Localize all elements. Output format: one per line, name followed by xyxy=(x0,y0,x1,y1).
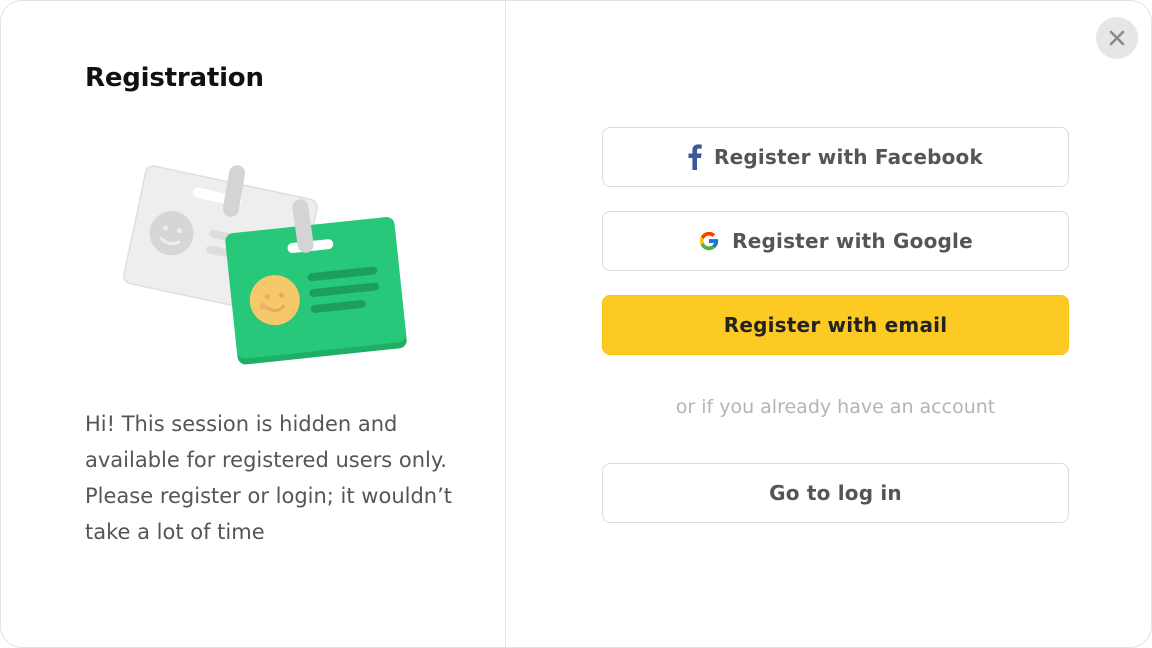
register-facebook-button[interactable]: Register with Facebook xyxy=(602,127,1069,187)
google-button-label: Register with Google xyxy=(732,229,973,253)
email-button-label: Register with email xyxy=(723,313,948,337)
go-to-login-button[interactable]: Go to log in xyxy=(602,463,1069,523)
facebook-icon xyxy=(688,144,702,170)
id-badges-illustration xyxy=(113,161,413,371)
register-email-button[interactable]: Register with email xyxy=(602,295,1069,355)
close-button[interactable] xyxy=(1096,17,1138,59)
registration-modal: Registration Hi! This session is hidden … xyxy=(0,0,1152,648)
google-icon xyxy=(698,230,720,252)
modal-title: Registration xyxy=(85,63,264,93)
facebook-button-label: Register with Facebook xyxy=(714,145,983,169)
info-panel: Registration Hi! This session is hidden … xyxy=(1,1,506,647)
login-button-label: Go to log in xyxy=(769,481,902,505)
session-description: Hi! This session is hidden and available… xyxy=(85,412,453,544)
close-icon xyxy=(1109,30,1125,46)
existing-account-text: or if you already have an account xyxy=(675,396,996,418)
register-google-button[interactable]: Register with Google xyxy=(602,211,1069,271)
